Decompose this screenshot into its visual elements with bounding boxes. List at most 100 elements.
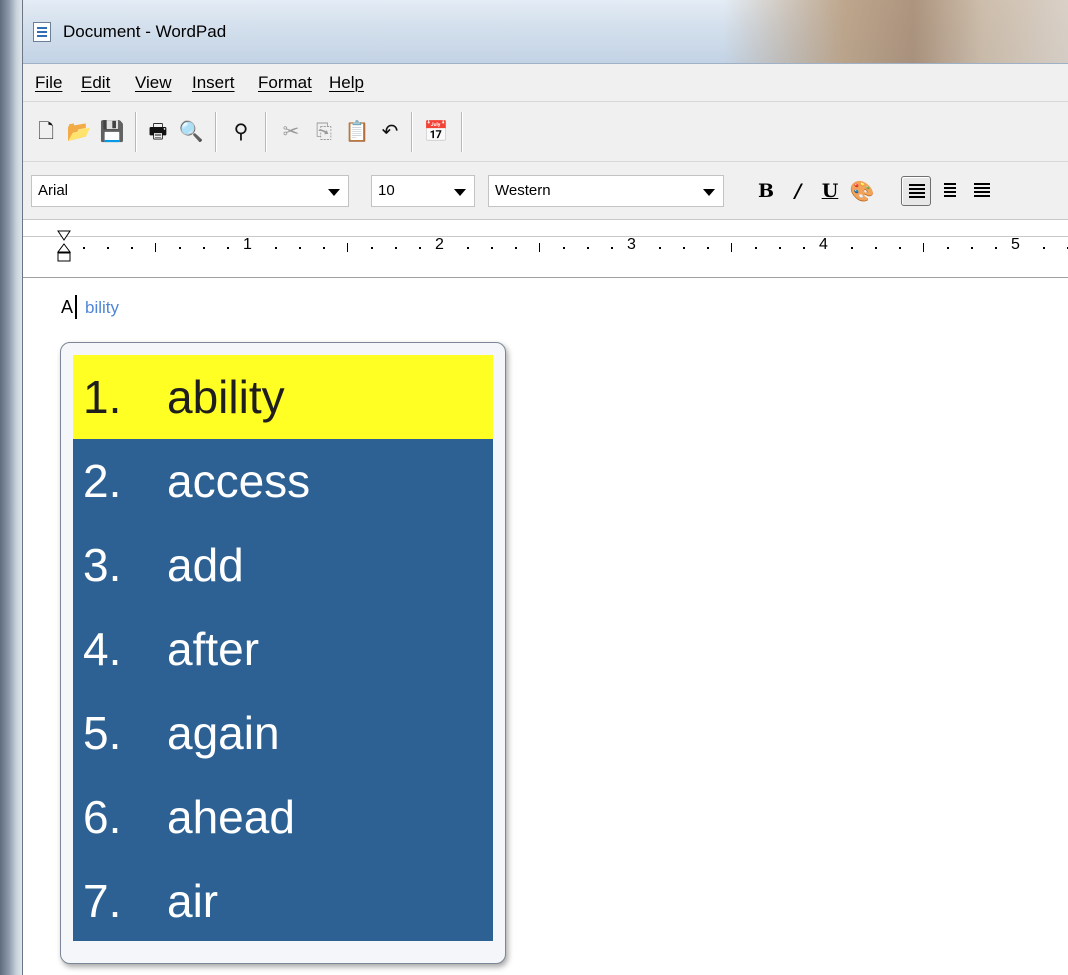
font-script-value: Western <box>495 182 551 199</box>
prediction-number: 4. <box>83 623 122 675</box>
word-prediction-popup: 1. ability 2. access 3. add 4. after 5. again 6. ah… <box>60 342 506 964</box>
prediction-item[interactable]: 5. again <box>73 691 493 775</box>
font-script-combo[interactable]: Western <box>488 175 724 207</box>
ruler-dot <box>395 247 397 249</box>
align-center-icon <box>944 183 956 199</box>
align-left-button[interactable] <box>901 176 931 206</box>
ruler-dot <box>611 247 613 249</box>
find-icon[interactable]: ⚲ <box>228 118 254 144</box>
bold-button[interactable]: B <box>751 176 781 206</box>
ruler-dot <box>323 247 325 249</box>
ruler-number: 3 <box>627 236 636 253</box>
ruler[interactable]: 1 2 3 4 5 <box>23 220 1068 278</box>
toolbar-separator <box>265 112 267 152</box>
ruler-dot <box>779 247 781 249</box>
document-area[interactable]: A bility 1. ability 2. access 3. add 4. after 5.… <box>23 279 1068 975</box>
menu-edit[interactable]: Edit <box>81 73 110 93</box>
desktop-reflection <box>723 0 1068 63</box>
ruler-dot <box>1043 247 1045 249</box>
ruler-dot <box>803 247 805 249</box>
ruler-tick <box>923 243 924 252</box>
ruler-dot <box>227 247 229 249</box>
ruler-dot <box>995 247 997 249</box>
ruler-dot <box>107 247 109 249</box>
text-caret <box>75 295 77 319</box>
prediction-list: 1. ability 2. access 3. add 4. after 5. again 6. ah… <box>73 355 493 941</box>
ruler-dot <box>467 247 469 249</box>
cut-icon[interactable]: ✂ <box>278 118 304 144</box>
ruler-dot <box>371 247 373 249</box>
prediction-item[interactable]: 6. ahead <box>73 775 493 859</box>
ruler-tick <box>347 243 348 252</box>
font-size-value: 10 <box>378 182 395 199</box>
prediction-item[interactable]: 3. add <box>73 523 493 607</box>
indent-marker-icon[interactable] <box>57 230 71 272</box>
standard-toolbar: 🗋 📂 💾 🖶 🔍 ⚲ ✂ ⎘ 📋 ↶ 📅 <box>23 102 1068 162</box>
prediction-number: 7. <box>83 875 122 927</box>
ruler-dot <box>491 247 493 249</box>
menu-help[interactable]: Help <box>329 73 364 93</box>
insert-date-time-icon[interactable]: 📅 <box>423 118 449 144</box>
prediction-number: 2. <box>83 455 122 507</box>
ruler-dot <box>875 247 877 249</box>
underline-button[interactable]: U <box>815 176 845 206</box>
chevron-down-icon <box>454 189 466 196</box>
save-icon[interactable]: 💾 <box>99 118 125 144</box>
chevron-down-icon <box>328 189 340 196</box>
color-palette-icon[interactable]: 🎨 <box>847 176 877 206</box>
ruler-dot <box>83 247 85 249</box>
align-right-icon <box>974 183 990 199</box>
ruler-tick <box>155 243 156 252</box>
ruler-dot <box>203 247 205 249</box>
prediction-word: air <box>167 875 219 927</box>
prediction-item[interactable]: 1. ability <box>73 355 493 439</box>
align-right-button[interactable] <box>967 176 997 206</box>
ruler-tick <box>731 243 732 252</box>
prediction-word: access <box>167 455 311 507</box>
ruler-number: 5 <box>1011 236 1020 253</box>
chevron-down-icon <box>703 189 715 196</box>
print-preview-icon[interactable]: 🔍 <box>178 118 204 144</box>
menu-file[interactable]: File <box>35 73 62 93</box>
ruler-dot <box>755 247 757 249</box>
title-bar[interactable]: Document - WordPad <box>23 0 1068 64</box>
prediction-item[interactable]: 2. access <box>73 439 493 523</box>
ruler-dot <box>683 247 685 249</box>
menu-insert[interactable]: Insert <box>192 73 235 93</box>
prediction-word: add <box>167 539 244 591</box>
ruler-dot <box>419 247 421 249</box>
inline-suggestion: bility <box>85 298 120 317</box>
ruler-number: 2 <box>435 236 444 253</box>
undo-icon[interactable]: ↶ <box>377 118 403 144</box>
font-name-value: Arial <box>38 182 69 199</box>
prediction-number: 6. <box>83 791 122 843</box>
copy-icon[interactable]: ⎘ <box>311 118 337 144</box>
ruler-dot <box>179 247 181 249</box>
prediction-item[interactable]: 4. after <box>73 607 493 691</box>
format-bar: Arial 10 Western B / U 🎨 <box>23 162 1068 220</box>
ruler-track <box>23 236 1068 266</box>
prediction-word: after <box>167 623 260 675</box>
paste-icon[interactable]: 📋 <box>344 118 370 144</box>
new-icon[interactable]: 🗋 <box>33 118 59 144</box>
print-icon[interactable]: 🖶 <box>145 118 171 144</box>
menu-view[interactable]: View <box>135 73 172 93</box>
prediction-number: 5. <box>83 707 122 759</box>
prediction-item[interactable]: 7. air <box>73 859 493 943</box>
menu-bar: File Edit View Insert Format Help <box>23 64 1068 102</box>
wordpad-app-icon[interactable] <box>33 22 51 42</box>
ruler-dot <box>659 247 661 249</box>
align-center-button[interactable] <box>935 176 965 206</box>
italic-button[interactable]: / <box>783 176 813 206</box>
ruler-tick <box>539 243 540 252</box>
ruler-dot <box>515 247 517 249</box>
ruler-number: 4 <box>819 236 828 253</box>
prediction-word: ability <box>167 371 285 423</box>
desktop-background <box>0 0 22 975</box>
font-size-combo[interactable]: 10 <box>371 175 475 207</box>
open-icon[interactable]: 📂 <box>66 118 92 144</box>
font-name-combo[interactable]: Arial <box>31 175 349 207</box>
menu-format[interactable]: Format <box>258 73 312 93</box>
toolbar-separator <box>215 112 217 152</box>
typed-text: A <box>61 297 74 317</box>
